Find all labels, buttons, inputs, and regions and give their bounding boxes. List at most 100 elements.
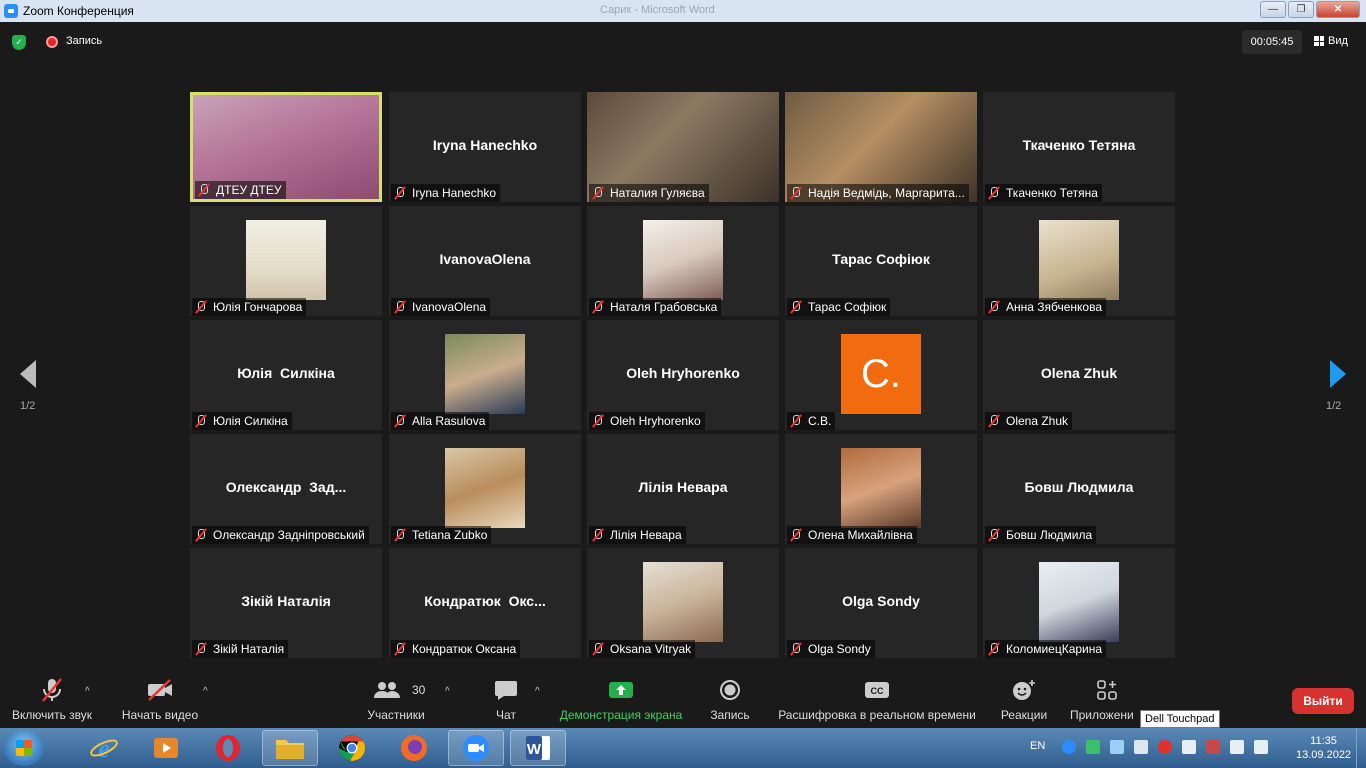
zoom-tray-icon[interactable] (1062, 740, 1076, 754)
participant-tile[interactable]: Анна Зябченкова (983, 206, 1175, 316)
participant-tile[interactable]: КоломиецКарина (983, 548, 1175, 658)
chrome-icon[interactable] (324, 730, 380, 766)
participant-tile[interactable]: Наталия Гуляєва (587, 92, 779, 202)
participant-nameplate: IvanovaOlena (391, 298, 491, 316)
participants-chevron-icon[interactable]: ^ (445, 686, 450, 697)
muted-mic-icon (789, 414, 803, 428)
unmute-button[interactable]: Включить звук (8, 672, 96, 722)
svg-text:W: W (527, 741, 542, 758)
participant-tile[interactable]: Лілія Невара Лілія Невара (587, 434, 779, 544)
security-tray-icon[interactable] (1086, 740, 1100, 754)
muted-mic-icon (194, 528, 208, 542)
participant-display-name: Olga Sondy (842, 593, 920, 609)
taskbar-clock[interactable]: 11:35 13.09.2022 (1296, 734, 1351, 762)
participant-tile[interactable]: Olga Sondy Olga Sondy (785, 548, 977, 658)
share-screen-button[interactable]: Демонстрация экрана (556, 672, 686, 722)
participant-tile[interactable]: Tetiana Zubko (389, 434, 581, 544)
participant-name: Наталя Грабовська (610, 300, 718, 314)
minimize-button[interactable]: — (1260, 1, 1286, 18)
participant-tile[interactable]: Надія Ведмідь, Маргарита... (785, 92, 977, 202)
record-button[interactable]: Запись (706, 672, 754, 722)
participant-name: Alla Rasulova (412, 414, 486, 428)
chat-button[interactable]: Чат (488, 672, 524, 722)
participant-avatar: С. (841, 334, 921, 414)
clock-time: 11:35 (1310, 735, 1337, 747)
word-icon[interactable]: W (510, 730, 566, 766)
muted-mic-icon (987, 642, 1001, 656)
participant-name: Ткаченко Тетяна (1006, 186, 1098, 200)
participant-tile[interactable]: Олена Михайлівна (785, 434, 977, 544)
reactions-button[interactable]: Реакции (998, 672, 1050, 722)
signal-tray-icon[interactable] (1254, 740, 1268, 754)
media-player-icon[interactable] (138, 730, 194, 766)
participant-tile[interactable]: Кондратюк Окс... Кондратюк Оксана (389, 548, 581, 658)
participant-name: Бовш Людмила (1006, 528, 1093, 542)
svg-text:e: e (98, 734, 110, 763)
internet-explorer-icon[interactable]: e (76, 730, 132, 766)
participant-tile[interactable]: Oleh Hryhorenko Oleh Hryhorenko (587, 320, 779, 430)
participant-tile[interactable]: С. С.В. (785, 320, 977, 430)
participant-tile[interactable]: IvanovaOlena IvanovaOlena (389, 206, 581, 316)
participant-tile[interactable]: Ткаченко Тетяна Ткаченко Тетяна (983, 92, 1175, 202)
participants-label: Участники (367, 708, 425, 722)
previous-page-arrow-icon[interactable] (20, 360, 36, 388)
participants-button[interactable]: Участники (364, 672, 428, 722)
participant-tile[interactable]: Olena Zhuk Olena Zhuk (983, 320, 1175, 430)
muted-mic-icon (591, 642, 605, 656)
language-indicator[interactable]: EN (1030, 740, 1045, 752)
participant-tile[interactable]: Юлія Гончарова (190, 206, 382, 316)
next-page-arrow-icon[interactable] (1330, 360, 1346, 388)
unmute-label: Включить звук (11, 708, 93, 722)
participant-tile[interactable]: Iryna Hanechko Iryna Hanechko (389, 92, 581, 202)
start-button-icon[interactable] (4, 730, 44, 766)
participant-name: Юлія Силкіна (213, 414, 288, 428)
participant-nameplate: КоломиецКарина (985, 640, 1107, 658)
view-button[interactable]: Вид (1314, 35, 1348, 47)
start-video-label: Начать видео (121, 708, 199, 722)
start-video-button[interactable]: Начать видео (120, 672, 200, 722)
device-tray-icon[interactable] (1182, 740, 1196, 754)
show-desktop-button[interactable] (1356, 728, 1366, 768)
maximize-button[interactable]: ❐ (1288, 1, 1314, 18)
participant-tile[interactable]: Alla Rasulova (389, 320, 581, 430)
participant-tile[interactable]: ДТЕУ ДТЕУ (190, 92, 382, 202)
participant-nameplate: Лілія Невара (589, 526, 686, 544)
apps-button[interactable]: Приложени (1070, 672, 1142, 722)
shield-icon[interactable]: ✓ (12, 35, 26, 50)
zoom-taskbar-icon[interactable] (448, 730, 504, 766)
participant-name: Надія Ведмідь, Маргарита... (808, 186, 965, 200)
window-titlebar: Zoom Конференция Сарик - Microsoft Word … (0, 0, 1366, 22)
leave-meeting-button[interactable]: Выйти (1292, 688, 1354, 714)
participant-photo (1039, 562, 1119, 642)
participant-display-name: Ткаченко Тетяна (1022, 137, 1136, 153)
participant-tile[interactable]: Наталя Грабовська (587, 206, 779, 316)
chat-chevron-icon[interactable]: ^ (535, 686, 540, 697)
participant-nameplate: Юлія Гончарова (192, 298, 307, 316)
power-tray-icon[interactable] (1206, 740, 1220, 754)
opera-icon[interactable] (200, 730, 256, 766)
participant-tile[interactable]: Тарас Софіюк Тарас Софіюк (785, 206, 977, 316)
window-title: Zoom Конференция (23, 4, 134, 18)
participant-nameplate: ДТЕУ ДТЕУ (195, 181, 286, 199)
close-button[interactable]: ✕ (1316, 1, 1360, 18)
video-off-icon (148, 679, 172, 701)
participant-nameplate: Тарас Софіюк (787, 298, 891, 316)
participant-tile[interactable]: Бовш Людмила Бовш Людмила (983, 434, 1175, 544)
video-options-chevron-icon[interactable]: ^ (203, 686, 208, 697)
participant-tile[interactable]: Олександр Зад... Олександр Задніпровський (190, 434, 382, 544)
participant-tile[interactable]: Oksana Vitryak (587, 548, 779, 658)
participant-tile[interactable]: Юлія Силкіна Юлія Силкіна (190, 320, 382, 430)
participant-photo (445, 448, 525, 528)
file-explorer-icon[interactable] (262, 730, 318, 766)
muted-mic-icon (194, 300, 208, 314)
antivirus-tray-icon[interactable] (1158, 740, 1172, 754)
touchpad-tray-icon[interactable] (1134, 740, 1148, 754)
audio-options-chevron-icon[interactable]: ^ (85, 686, 90, 697)
participant-tile[interactable]: Зікій Наталія Зікій Наталія (190, 548, 382, 658)
network-tray-icon[interactable] (1110, 740, 1124, 754)
firefox-icon[interactable] (386, 730, 442, 766)
live-transcript-button[interactable]: CC Расшифровка в реальном времени (776, 672, 978, 722)
volume-tray-icon[interactable] (1230, 740, 1244, 754)
zoom-app-icon (4, 4, 18, 18)
grid-icon (1314, 36, 1324, 46)
